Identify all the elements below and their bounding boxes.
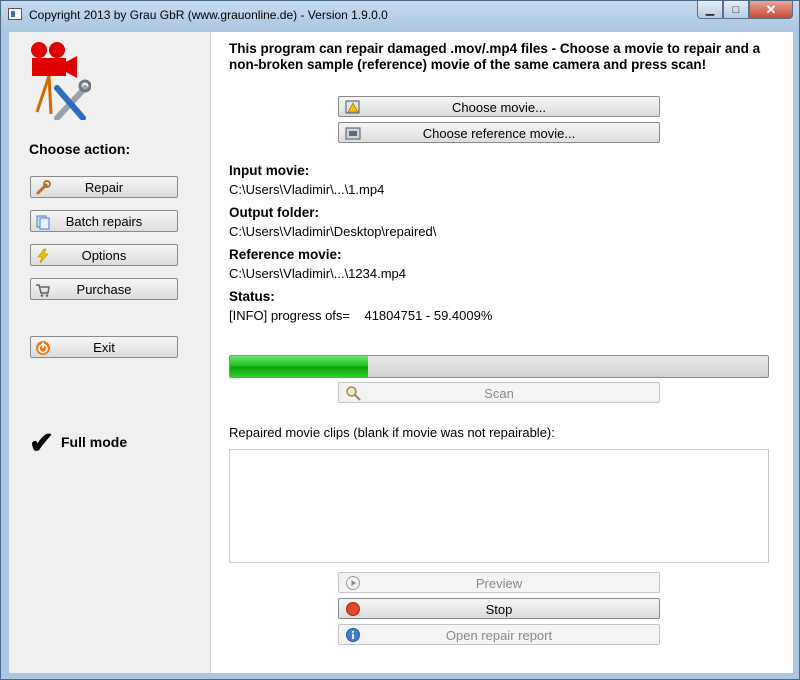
- mode-label: Full mode: [61, 434, 128, 450]
- minimize-icon: ▁: [705, 4, 715, 16]
- progress-bar: [229, 355, 769, 378]
- caption-buttons: ▁ □ ✕: [697, 1, 793, 21]
- reference-movie-label: Reference movie:: [229, 247, 342, 262]
- status-label: Status:: [229, 289, 275, 304]
- reference-movie-value: C:\Users\Vladimir\...\1234.mp4: [229, 266, 407, 281]
- choose-reference-movie-button[interactable]: Choose reference movie...: [338, 122, 660, 143]
- maximize-icon: □: [732, 3, 740, 16]
- camera-tools-icon: [31, 42, 91, 120]
- minimize-button[interactable]: ▁: [697, 1, 723, 19]
- open-repair-report-label: Open repair report: [445, 628, 553, 643]
- title-bar[interactable]: Copyright 2013 by Grau GbR (www.grauonli…: [1, 1, 800, 31]
- checkmark-icon: ✔: [29, 427, 55, 460]
- repair-button[interactable]: Repair: [30, 176, 178, 198]
- scan-button[interactable]: Scan: [338, 382, 660, 403]
- exit-button[interactable]: Exit: [30, 336, 178, 358]
- client-area: Choose action: Repair Batch repairs Opti…: [9, 32, 793, 673]
- choose-movie-label: Choose movie...: [452, 100, 546, 115]
- purchase-button-label: Purchase: [76, 282, 132, 297]
- app-window: Copyright 2013 by Grau GbR (www.grauonli…: [0, 0, 800, 680]
- app-icon[interactable]: [8, 8, 22, 20]
- choose-action-label: Choose action:: [29, 141, 131, 157]
- open-repair-report-button[interactable]: Open repair report: [338, 624, 660, 645]
- batch-repairs-button-label: Batch repairs: [65, 214, 143, 229]
- preview-button[interactable]: Preview: [338, 572, 660, 593]
- scan-label: Scan: [484, 386, 514, 401]
- options-button-label: Options: [81, 248, 127, 263]
- close-button[interactable]: ✕: [749, 1, 793, 19]
- purchase-button[interactable]: Purchase: [30, 278, 178, 300]
- sidebar: Choose action: Repair Batch repairs Opti…: [9, 32, 211, 673]
- repaired-clips-label: Repaired movie clips (blank if movie was…: [229, 425, 555, 440]
- stop-label: Stop: [485, 602, 513, 617]
- repair-button-label: Repair: [84, 180, 124, 195]
- choose-movie-button[interactable]: Choose movie...: [338, 96, 660, 117]
- output-folder-value: C:\Users\Vladimir\Desktop\repaired\: [229, 224, 437, 239]
- close-icon: ✕: [765, 1, 777, 17]
- batch-repairs-button[interactable]: Batch repairs: [30, 210, 178, 232]
- progress-fill: [230, 356, 368, 377]
- maximize-button[interactable]: □: [723, 1, 749, 19]
- preview-label: Preview: [475, 576, 523, 591]
- choose-reference-movie-label: Choose reference movie...: [422, 126, 576, 141]
- output-folder-label: Output folder:: [229, 205, 319, 220]
- input-movie-value: C:\Users\Vladimir\...\1.mp4: [229, 182, 385, 197]
- stop-button[interactable]: Stop: [338, 598, 660, 619]
- main-panel: This program can repair damaged .mov/.mp…: [211, 32, 793, 673]
- input-movie-label: Input movie:: [229, 163, 310, 178]
- options-button[interactable]: Options: [30, 244, 178, 266]
- window-title: Copyright 2013 by Grau GbR (www.grauonli…: [29, 8, 388, 22]
- exit-button-label: Exit: [93, 340, 115, 355]
- repaired-clips-list[interactable]: [229, 449, 769, 563]
- instructions-text: This program can repair damaged .mov/.mp…: [229, 41, 761, 72]
- status-value: [INFO] progress ofs= 41804751 - 59.4009%: [229, 308, 493, 323]
